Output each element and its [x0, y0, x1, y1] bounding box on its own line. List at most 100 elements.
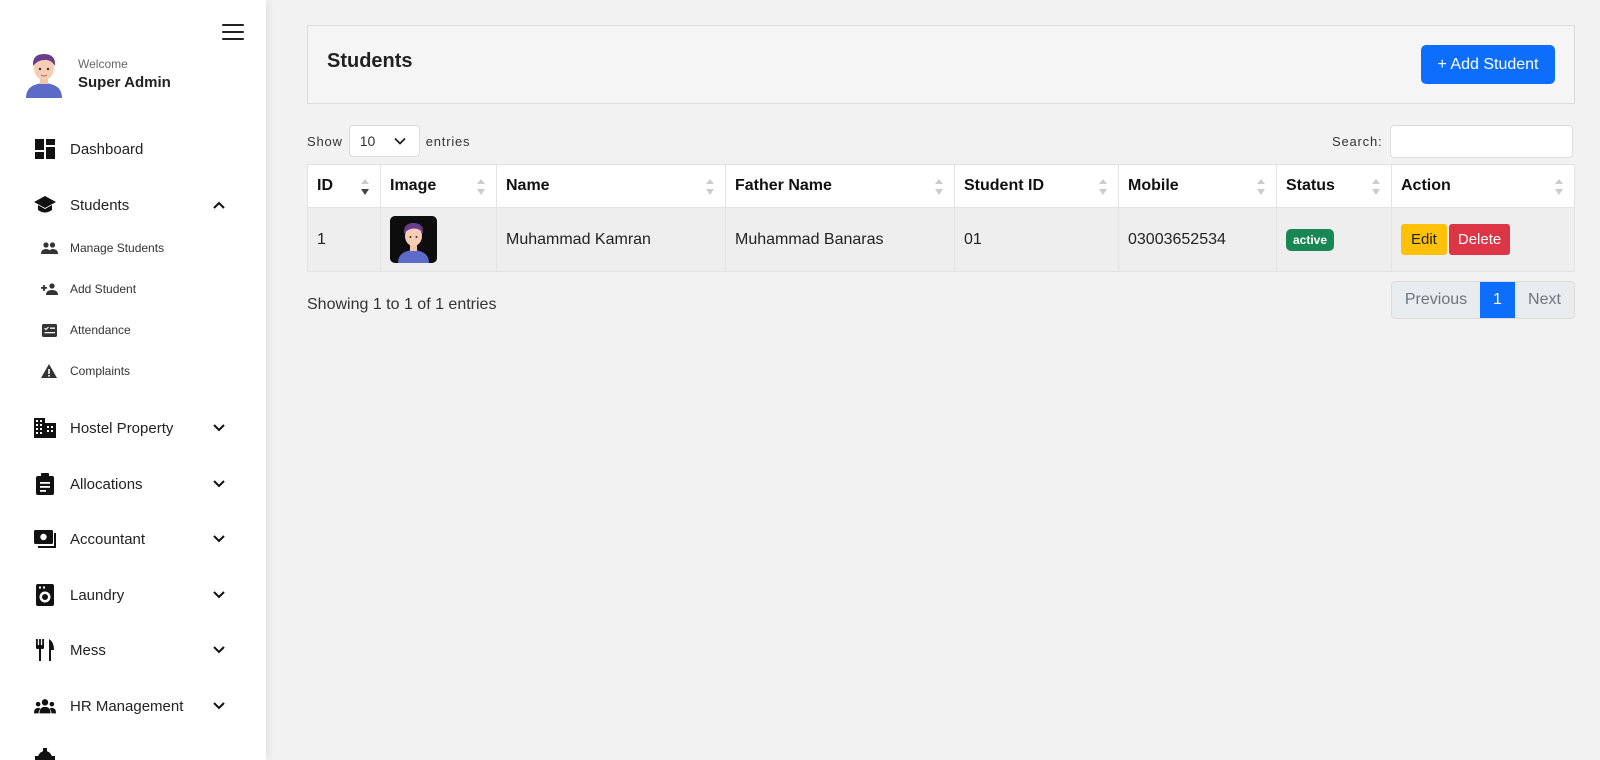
sidebar-subitem-attendance[interactable]: Attendance — [40, 319, 240, 341]
sidebar-item-label: HR Management — [70, 697, 184, 715]
sidebar-item-accountant[interactable]: Accountant — [34, 525, 234, 553]
chevron-down-icon — [213, 646, 225, 654]
building-icon — [34, 417, 56, 439]
user-name: Super Admin — [78, 74, 171, 91]
menu-toggle-icon[interactable] — [222, 24, 244, 42]
entries-label: entries — [425, 133, 471, 149]
show-label: Show — [307, 133, 343, 149]
pagination-next[interactable]: Next — [1515, 282, 1574, 318]
column-header-status[interactable]: Status — [1276, 164, 1392, 208]
utensils-icon — [34, 639, 56, 661]
page-header: Students + Add Student — [307, 25, 1575, 104]
cell-student-id: 01 — [954, 207, 1119, 272]
entries-select-value: 10 — [359, 133, 376, 149]
sort-desc-icon — [361, 179, 369, 195]
money-icon — [34, 528, 56, 550]
add-student-button[interactable]: + Add Student — [1421, 45, 1555, 84]
chevron-down-icon — [213, 424, 225, 432]
settings-icon — [34, 747, 56, 760]
user-profile: Welcome Super Admin — [24, 50, 171, 98]
column-label: Status — [1286, 177, 1335, 194]
delete-button[interactable]: Delete — [1448, 224, 1511, 255]
sidebar-item-label: Mess — [70, 641, 106, 659]
search-input[interactable] — [1390, 125, 1574, 158]
entries-select[interactable]: 10 — [348, 125, 420, 157]
clipboard-icon — [34, 473, 56, 495]
column-header-mobile[interactable]: Mobile — [1118, 164, 1277, 208]
dashboard-icon — [34, 138, 56, 160]
sidebar-subitem-label: Add Student — [70, 282, 137, 296]
edit-button[interactable]: Edit — [1401, 224, 1447, 255]
column-header-action[interactable]: Action — [1391, 164, 1575, 208]
sidebar-subitem-manage-students[interactable]: Manage Students — [40, 237, 240, 259]
sidebar-item-label: Allocations — [70, 475, 143, 493]
sidebar-item-hr-management[interactable]: HR Management — [34, 692, 234, 720]
column-label: Student ID — [964, 177, 1044, 194]
sidebar-item-mess[interactable]: Mess — [34, 636, 234, 664]
cell-status: active — [1276, 207, 1392, 272]
column-header-id[interactable]: ID — [307, 164, 381, 208]
sort-icon — [1555, 179, 1563, 195]
sidebar-item-laundry[interactable]: Laundry — [34, 581, 234, 609]
chevron-down-icon — [213, 535, 225, 543]
cell-name: Muhammad Kamran — [496, 207, 726, 272]
sidebar-subitem-label: Manage Students — [70, 241, 165, 255]
chevron-down-icon — [213, 480, 225, 488]
sidebar-item-hostel-property[interactable]: Hostel Property — [34, 414, 234, 442]
pagination-previous[interactable]: Previous — [1392, 282, 1480, 318]
warning-icon — [40, 362, 58, 380]
sidebar-item-students[interactable]: Students — [34, 191, 234, 219]
column-label: Name — [506, 177, 550, 194]
cell-id: 1 — [307, 207, 381, 272]
sidebar-item-dashboard[interactable]: Dashboard — [34, 135, 234, 163]
pagination: Previous 1 Next — [1391, 281, 1575, 319]
sidebar-subitem-label: Complaints — [70, 364, 131, 378]
column-header-name[interactable]: Name — [496, 164, 726, 208]
column-header-image[interactable]: Image — [380, 164, 497, 208]
pagination-page-1[interactable]: 1 — [1480, 282, 1515, 318]
status-badge: active — [1286, 228, 1335, 251]
sidebar-subitem-complaints[interactable]: Complaints — [40, 360, 240, 382]
table-header-row: ID Image Name Father Name Student ID Mob… — [307, 164, 1575, 208]
users-icon — [34, 695, 56, 717]
sort-icon — [1099, 179, 1107, 195]
column-header-student-id[interactable]: Student ID — [954, 164, 1119, 208]
column-label: Image — [390, 177, 437, 194]
welcome-text: Welcome — [78, 57, 128, 71]
sidebar-item-label: Accountant — [70, 530, 146, 548]
column-label: Father Name — [735, 177, 832, 194]
sidebar-item-label: Hostel Property — [70, 419, 174, 437]
cell-mobile: 03003652534 — [1118, 207, 1277, 272]
student-photo — [390, 216, 437, 263]
cell-father-name: Muhammad Banaras — [725, 207, 955, 272]
sidebar-item-label: Students — [70, 196, 130, 214]
table-info: Showing 1 to 1 of 1 entries — [307, 296, 497, 313]
column-header-father-name[interactable]: Father Name — [725, 164, 955, 208]
chevron-down-icon — [394, 137, 406, 145]
cell-image — [380, 207, 497, 272]
washing-machine-icon — [34, 584, 56, 606]
graduation-cap-icon — [34, 194, 56, 216]
avatar — [26, 54, 62, 98]
column-label: Action — [1401, 177, 1451, 194]
person-add-icon — [40, 280, 58, 298]
page-title: Students — [327, 50, 413, 72]
sort-icon — [935, 179, 943, 195]
checklist-icon — [40, 321, 58, 339]
sidebar-item-allocations[interactable]: Allocations — [34, 470, 234, 498]
search-control: Search: — [1332, 125, 1574, 158]
cell-action: Edit Delete — [1391, 207, 1575, 272]
sidebar-item-label: Dashboard — [70, 140, 144, 158]
sidebar: Welcome Super Admin Dashboard Students M… — [0, 0, 266, 760]
column-label: Mobile — [1128, 177, 1179, 194]
chevron-down-icon — [213, 591, 225, 599]
chevron-up-icon — [213, 201, 225, 209]
sidebar-subitem-add-student[interactable]: Add Student — [40, 278, 240, 300]
column-label: ID — [317, 177, 333, 194]
sidebar-item-partial[interactable] — [34, 744, 234, 760]
table-row: 1 Muhammad Kamran Muhammad Banaras 01 03… — [307, 207, 1575, 272]
sidebar-subitem-label: Attendance — [70, 323, 131, 337]
people-icon — [40, 239, 58, 257]
entries-length-control: Show 10 entries — [307, 125, 470, 157]
sort-icon — [1372, 179, 1380, 195]
